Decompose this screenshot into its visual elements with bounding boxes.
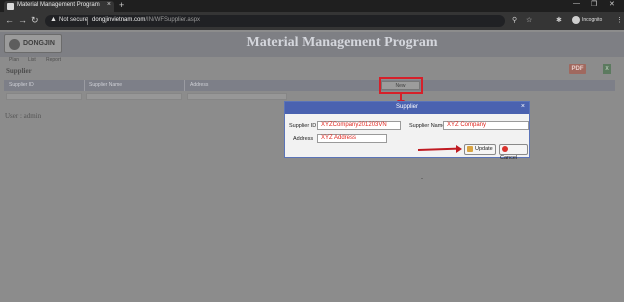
maximize-icon[interactable]: ❐ [591, 0, 597, 8]
back-icon[interactable]: ← [5, 15, 14, 25]
browser-toolbar: ← → ↻ ▲ Not secure dongjinvietnam.com/IN… [0, 12, 624, 30]
supplier-id-label: Supplier ID [289, 123, 317, 129]
main-menu: Plan List Report [0, 57, 624, 65]
app-header: DONGJIN Material Management Program [0, 32, 624, 57]
new-tab-button[interactable]: + [119, 0, 124, 10]
filter-supplier-name[interactable] [86, 93, 182, 100]
update-button[interactable]: Update [464, 144, 496, 155]
browser-menu-icon[interactable]: ⋮ [616, 16, 623, 24]
cancel-button[interactable]: Cancel [499, 144, 528, 161]
tab-title: Material Management Program [17, 2, 100, 8]
address-bar[interactable]: ▲ Not secure dongjinvietnam.com/IN/WFSup… [45, 15, 505, 27]
url-path: /IN/WFSupplier.aspx [145, 17, 201, 23]
page-title: Material Management Program [246, 35, 438, 50]
menu-item-report[interactable]: Report [46, 57, 61, 63]
column-supplier-id[interactable]: Supplier ID [9, 82, 34, 88]
star-icon[interactable]: ☆ [526, 16, 532, 24]
grid-header: Supplier ID Supplier Name Address [4, 80, 615, 91]
address-input[interactable]: XYZ Address [317, 134, 387, 143]
excel-export-icon[interactable]: X [603, 64, 611, 74]
cancel-icon [502, 145, 508, 152]
favicon-icon [7, 3, 14, 10]
column-supplier-name[interactable]: Supplier Name [89, 82, 122, 88]
column-divider [84, 80, 85, 91]
page-content: DONGJIN Material Management Program Plan… [0, 30, 624, 302]
forward-icon[interactable]: → [18, 15, 27, 25]
supplier-name-label: Supplier Name [409, 123, 446, 129]
incognito-icon [572, 16, 580, 24]
reload-icon[interactable]: ↻ [31, 15, 39, 26]
update-icon [467, 145, 473, 152]
page-dot [421, 178, 423, 179]
supplier-dialog: Supplier × Supplier ID XYZCompany201203V… [284, 101, 530, 161]
dialog-titlebar[interactable]: Supplier × [285, 102, 529, 114]
incognito-label: Incognito [582, 17, 603, 23]
dialog-title: Supplier [395, 104, 418, 110]
minimize-icon[interactable]: — [573, 0, 580, 7]
security-status[interactable]: Not secure [59, 17, 88, 23]
browser-tabstrip: Material Management Program × + — ❐ ✕ [0, 0, 624, 12]
menu-item-list[interactable]: List [28, 57, 36, 63]
address-label: Address [293, 136, 314, 142]
annotation-highlight-box [379, 77, 423, 94]
menu-item-plan[interactable]: Plan [9, 57, 19, 63]
url-text[interactable]: dongjinvietnam.com/IN/WFSupplier.aspx [92, 17, 200, 23]
key-icon[interactable]: ⚲ [512, 16, 517, 24]
extension-icon[interactable]: ✱ [556, 16, 562, 24]
cancel-button-label: Cancel [500, 155, 518, 161]
column-address[interactable]: Address [190, 82, 208, 88]
warning-icon: ▲ [50, 16, 57, 23]
grid-filter-row [4, 91, 615, 101]
filter-address[interactable] [187, 93, 287, 100]
omnibox-divider [87, 17, 88, 25]
supplier-id-input[interactable]: XYZCompany201203VN [317, 121, 401, 130]
pdf-export-icon[interactable]: PDF [569, 64, 586, 74]
update-button-label: Update [475, 146, 493, 152]
section-title: Supplier [6, 67, 32, 75]
dialog-close-icon[interactable]: × [521, 103, 525, 110]
current-user-label: User : admin [5, 112, 42, 120]
filter-supplier-id[interactable] [6, 93, 82, 100]
close-window-icon[interactable]: ✕ [609, 0, 615, 8]
annotation-arrow-head [456, 145, 462, 153]
browser-tab[interactable]: Material Management Program × [4, 1, 114, 12]
tab-close-icon[interactable]: × [107, 1, 111, 8]
url-host: dongjinvietnam.com [92, 17, 146, 23]
supplier-name-input[interactable]: XYZ Company [443, 121, 529, 130]
column-divider [184, 80, 185, 91]
